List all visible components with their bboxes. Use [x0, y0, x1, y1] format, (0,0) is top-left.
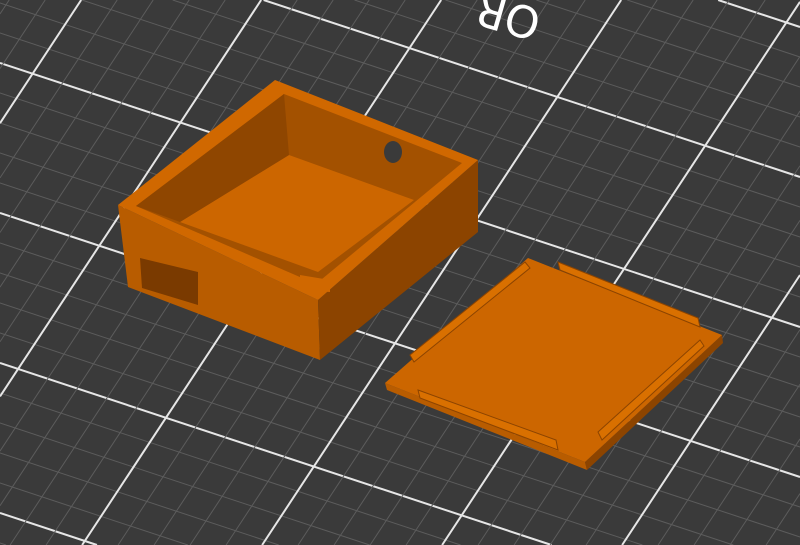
box-hole: [384, 141, 402, 163]
3d-viewport[interactable]: OR: [0, 0, 800, 545]
